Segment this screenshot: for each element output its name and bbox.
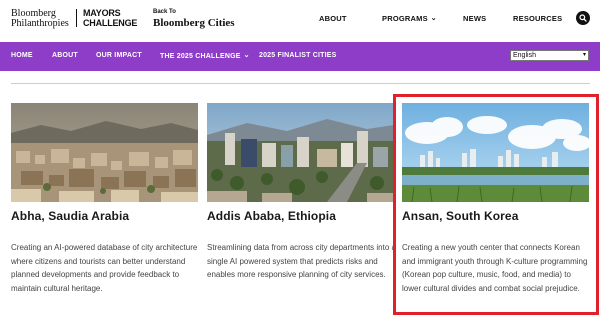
nav-programs-label: PROGRAMS (382, 14, 428, 23)
site-header: Bloomberg Philanthropies MAYORS CHALLENG… (0, 0, 600, 42)
ansan-city-image[interactable] (402, 103, 589, 202)
ansan-cityscape-photo (402, 103, 589, 202)
logo-line-2: Philanthropies (11, 18, 69, 29)
language-select[interactable]: English ▾ (510, 50, 589, 61)
back-to-label: Back To (153, 9, 176, 15)
subnav-2025-challenge-label: THE 2025 CHALLENGE (160, 53, 241, 60)
abha-card-title[interactable]: Abha, Saudia Arabia (11, 209, 129, 223)
addis-ababa-city-image[interactable] (207, 103, 394, 202)
addis-ababa-card-description: Streamlining data from across city depar… (207, 243, 396, 279)
logo-divider (76, 9, 77, 27)
abha-card-description: Creating an AI-powered database of city … (11, 243, 198, 293)
abha-cityscape-photo (11, 103, 198, 202)
subnav-about-label: ABOUT (52, 52, 78, 59)
chevron-down-icon: ⌄ (430, 15, 437, 22)
nav-resources[interactable]: RESOURCES (513, 14, 562, 23)
mayors-challenge-logo[interactable]: MAYORS CHALLENGE (83, 8, 138, 28)
subnav-home[interactable]: HOME (11, 52, 33, 59)
nav-programs[interactable]: PROGRAMS ⌄ (382, 14, 437, 23)
nav-news-label: NEWS (463, 14, 487, 23)
addis-ababa-cityscape-photo (207, 103, 394, 202)
nav-about-label: ABOUT (319, 14, 347, 23)
search-button[interactable] (576, 11, 590, 25)
subnav-home-label: HOME (11, 52, 33, 59)
subnav-about[interactable]: ABOUT (52, 52, 78, 59)
subnav-our-impact-label: OUR IMPACT (96, 52, 142, 59)
bloomberg-philanthropies-logo[interactable]: Bloomberg Philanthropies (11, 9, 69, 29)
language-select-value: English (513, 52, 536, 59)
ansan-card-description: Creating a new youth center that connect… (402, 243, 588, 293)
back-to-bloomberg-cities-link[interactable]: Bloomberg Cities (153, 17, 235, 29)
search-icon (579, 14, 587, 22)
chevron-down-icon: ▾ (582, 52, 586, 58)
chevron-down-icon: ⌄ (243, 52, 250, 59)
addis-ababa-card-title[interactable]: Addis Ababa, Ethiopia (207, 209, 336, 223)
nav-resources-label: RESOURCES (513, 14, 563, 23)
abha-city-image[interactable] (11, 103, 198, 202)
section-divider (11, 83, 590, 84)
ansan-card-title[interactable]: Ansan, South Korea (402, 209, 518, 223)
subnav-our-impact[interactable]: OUR IMPACT (96, 52, 142, 59)
challenge-line-2: CHALLENGE (83, 17, 138, 28)
subnav-finalist-cities[interactable]: 2025 FINALIST CITIES (259, 52, 337, 59)
subnav-finalist-cities-label: 2025 FINALIST CITIES (259, 52, 337, 59)
nav-about[interactable]: ABOUT (319, 14, 347, 23)
nav-news[interactable]: NEWS (463, 14, 486, 23)
subnav-2025-challenge[interactable]: THE 2025 CHALLENGE ⌄ (160, 52, 250, 60)
